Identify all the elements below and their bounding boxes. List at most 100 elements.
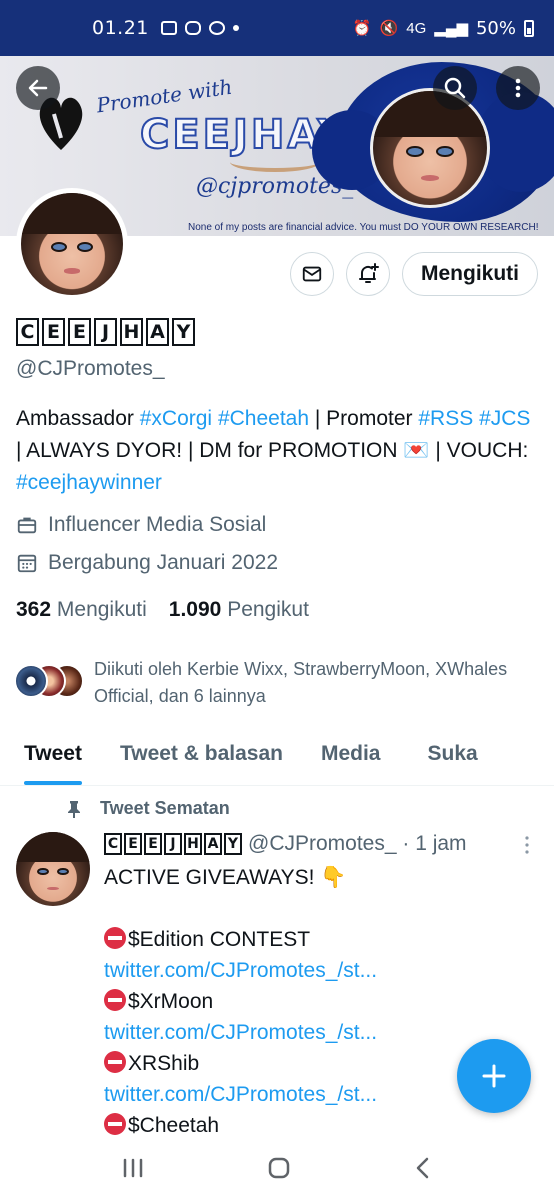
banner-avatar-image xyxy=(370,88,490,208)
signal-icon: ▂▄▆ xyxy=(434,20,468,37)
name-letter: A xyxy=(204,833,222,855)
name-letter: E xyxy=(68,318,91,346)
bell-plus-icon xyxy=(359,263,379,283)
name-letter: E xyxy=(42,318,65,346)
name-letter: J xyxy=(164,833,182,855)
tweet-line: $Edition CONTEST xyxy=(104,924,544,955)
name-letter: H xyxy=(120,318,143,346)
bio-text: | ALWAYS DYOR! | DM for PROMOTION 💌 | VO… xyxy=(16,439,529,462)
tweet-line-text: $XrMoon xyxy=(128,990,214,1013)
hashtag-link[interactable]: #Cheetah xyxy=(218,407,309,430)
app-icon xyxy=(208,21,225,35)
profile-avatar[interactable] xyxy=(16,188,128,300)
no-entry-icon xyxy=(104,1113,126,1135)
briefcase-icon xyxy=(17,517,37,534)
hashtag-link[interactable]: #JCS xyxy=(479,407,530,430)
name-letter: Y xyxy=(224,833,242,855)
mutual-avatars xyxy=(14,664,84,700)
profile-tabs: Tweet Tweet & balasan Media Suka xyxy=(0,730,554,786)
system-icons: ⏰ 🔇 4G ▂▄▆ 50% xyxy=(353,18,534,39)
following-link[interactable]: 362 Mengikuti xyxy=(16,598,147,622)
arrow-left-icon xyxy=(28,79,48,97)
name-letter: C xyxy=(16,318,39,346)
profile-bio: Ambassador #xCorgi #Cheetah | Promoter #… xyxy=(16,403,536,499)
mutual-avatar xyxy=(14,664,48,698)
compose-tweet-button[interactable] xyxy=(457,1039,531,1113)
following-button[interactable]: Mengikuti xyxy=(402,252,538,296)
hashtag-link[interactable]: #RSS xyxy=(418,407,473,430)
recent-apps-icon[interactable] xyxy=(121,1157,145,1179)
message-button[interactable] xyxy=(290,252,334,296)
name-letter: J xyxy=(94,318,117,346)
pinned-label: Tweet Sematan xyxy=(100,798,230,818)
plus-icon xyxy=(482,1064,506,1088)
search-icon xyxy=(444,77,466,99)
bio-text: | Promoter xyxy=(309,407,419,430)
tab-likes[interactable]: Suka xyxy=(427,730,477,785)
bio-text: Ambassador xyxy=(16,407,140,430)
tab-media[interactable]: Media xyxy=(321,730,381,785)
pinned-indicator: Tweet Sematan xyxy=(66,798,230,819)
profile-handle: @CJPromotes_ xyxy=(16,357,165,380)
more-vertical-icon xyxy=(515,78,521,98)
back-button[interactable] xyxy=(16,66,60,110)
more-options-button[interactable] xyxy=(496,66,540,110)
hashtag-link[interactable]: #xCorgi xyxy=(140,407,212,430)
tweet-line-text: $Cheetah xyxy=(128,1114,220,1137)
notify-button[interactable] xyxy=(346,252,390,296)
alarm-icon: ⏰ xyxy=(352,20,372,37)
system-nav-bar xyxy=(0,1136,554,1200)
followers-label: Pengikut xyxy=(227,598,309,621)
follow-stats: 362 Mengikuti 1.090 Pengikut xyxy=(16,598,309,622)
more-notifications-icon xyxy=(232,25,239,31)
banner-swoosh xyxy=(230,152,320,172)
tweet-avatar[interactable] xyxy=(16,832,90,906)
back-nav-icon[interactable] xyxy=(413,1156,433,1180)
tweet-author-name[interactable]: C E E J H A Y xyxy=(104,833,242,855)
tab-tweets[interactable]: Tweet xyxy=(24,730,82,785)
status-bar: 01.21 ⏰ 🔇 4G ▂▄▆ 50% xyxy=(0,0,554,56)
category-text: Influencer Media Sosial xyxy=(48,513,267,536)
followers-link[interactable]: 1.090 Pengikut xyxy=(169,598,309,622)
notification-icons xyxy=(160,21,239,35)
profile-category: Influencer Media Sosial xyxy=(16,513,266,537)
profile-joined: Bergabung Januari 2022 xyxy=(16,551,278,575)
no-entry-icon xyxy=(104,1051,126,1073)
no-entry-icon xyxy=(104,927,126,949)
battery-level: 50% xyxy=(475,17,516,39)
profile-actions: Mengikuti xyxy=(290,252,538,296)
following-count: 362 xyxy=(16,598,52,621)
tweet-link[interactable]: twitter.com/CJPromotes_/st... xyxy=(104,955,544,986)
game-icon xyxy=(184,21,201,35)
followed-by-text: Diikuti oleh Kerbie Wixx, StrawberryMoon… xyxy=(94,659,508,706)
tweet-line: $XrMoon xyxy=(104,986,544,1017)
name-letter: Y xyxy=(172,318,195,346)
hashtag-link[interactable]: #ceejhaywinner xyxy=(16,471,162,494)
home-icon[interactable] xyxy=(267,1156,291,1180)
banner-script-text: Promote with xyxy=(94,74,234,118)
no-entry-icon xyxy=(104,989,126,1011)
name-letter: C xyxy=(104,833,122,855)
envelope-icon xyxy=(302,266,322,282)
tweet-line: ACTIVE GIVEAWAYS! 👇 xyxy=(104,866,347,889)
gallery-icon xyxy=(160,21,177,35)
tweet-more-button[interactable] xyxy=(524,836,530,854)
name-letter: E xyxy=(144,833,162,855)
battery-icon xyxy=(524,19,534,37)
followed-by[interactable]: Diikuti oleh Kerbie Wixx, StrawberryMoon… xyxy=(14,656,514,710)
tweet-handle-time: @CJPromotes_ · 1 jam xyxy=(248,832,467,855)
name-letter: H xyxy=(184,833,202,855)
tweet-header: C E E J H A Y @CJPromotes_ · 1 jam xyxy=(104,832,467,856)
calendar-icon xyxy=(17,554,37,573)
network-type-icon: 4G xyxy=(406,19,427,37)
followers-count: 1.090 xyxy=(168,598,222,621)
name-letter: A xyxy=(146,318,169,346)
profile-name: C E E J H A Y xyxy=(16,318,195,346)
status-time: 01.21 xyxy=(92,17,149,39)
search-button[interactable] xyxy=(433,66,477,110)
tweet-line-text: XRShib xyxy=(128,1052,200,1075)
name-letter: E xyxy=(124,833,142,855)
tab-tweets-replies[interactable]: Tweet & balasan xyxy=(120,730,283,785)
more-vertical-icon xyxy=(525,836,529,854)
banner-disclaimer: None of my posts are financial advice. Y… xyxy=(188,222,539,233)
